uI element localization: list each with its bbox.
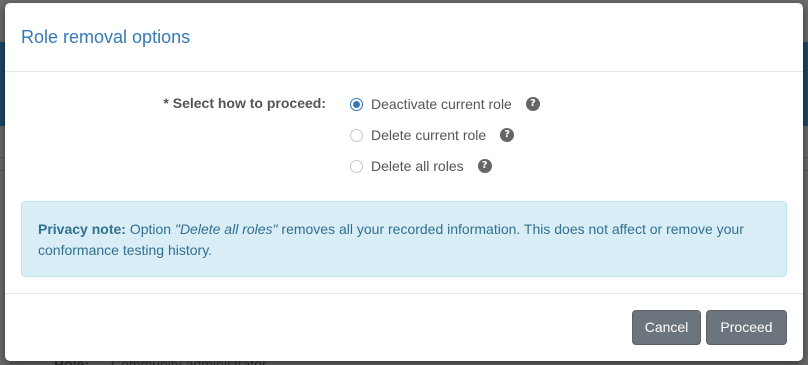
- role-removal-modal: Role removal options * Select how to pro…: [5, 3, 803, 361]
- proceed-options-label: * Select how to proceed:: [163, 95, 326, 111]
- privacy-note-heading: Privacy note:: [38, 221, 126, 237]
- privacy-note-text: Option: [125, 221, 175, 237]
- option-label: Delete all roles: [371, 158, 464, 174]
- question-circle-icon[interactable]: ?: [500, 128, 515, 142]
- privacy-note-quoted-option: "Delete all roles": [174, 221, 278, 237]
- option-label: Delete current role: [371, 127, 487, 143]
- modal-body: * Select how to proceed: Deactivate curr…: [5, 72, 803, 293]
- radio-delete-current-role[interactable]: [350, 128, 363, 142]
- modal-header: Role removal options: [5, 3, 803, 72]
- privacy-note-alert: Privacy note: Option "Delete all roles" …: [21, 201, 787, 277]
- modal-title: Role removal options: [21, 27, 191, 47]
- radio-deactivate-current-role[interactable]: [350, 97, 363, 111]
- option-delete-all-roles[interactable]: Delete all roles ?: [350, 156, 540, 176]
- cancel-button[interactable]: Cancel: [632, 310, 701, 345]
- proceed-options-group: Deactivate current role ? Delete current…: [350, 94, 540, 187]
- option-deactivate-current-role[interactable]: Deactivate current role ?: [350, 94, 540, 114]
- option-label: Deactivate current role: [371, 96, 512, 112]
- radio-delete-all-roles[interactable]: [350, 159, 363, 173]
- proceed-button[interactable]: Proceed: [706, 310, 787, 345]
- option-delete-current-role[interactable]: Delete current role ?: [350, 125, 540, 145]
- question-circle-icon[interactable]: ?: [525, 97, 540, 111]
- question-circle-icon[interactable]: ?: [477, 159, 492, 173]
- modal-footer: Cancel Proceed: [5, 293, 803, 361]
